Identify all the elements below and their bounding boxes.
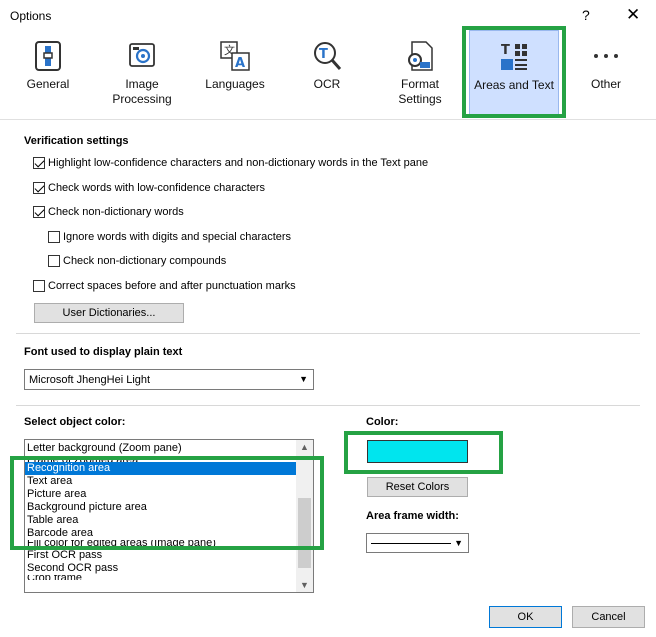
areas-text-icon: T	[501, 43, 527, 70]
font-select[interactable]: Microsoft JhengHei Light ▼	[24, 369, 314, 390]
checkbox-box	[48, 231, 60, 243]
check-compounds-checkbox[interactable]: Check non-dictionary compounds	[48, 255, 226, 267]
tab-languages[interactable]: 文 A Languages	[200, 30, 270, 116]
verification-title: Verification settings	[24, 135, 129, 147]
tab-ocr-label: OCR	[313, 77, 341, 91]
user-dictionaries-button[interactable]: User Dictionaries...	[34, 303, 184, 323]
check-non-dictionary-checkbox[interactable]: Check non-dictionary words	[33, 206, 184, 218]
tab-areas-label: Areas and Text	[474, 78, 554, 92]
highlight-low-confidence-checkbox[interactable]: Highlight low-confidence characters and …	[33, 157, 428, 169]
more-dots-icon	[594, 54, 618, 58]
scrollbar-thumb[interactable]	[298, 498, 311, 568]
list-item[interactable]: Picture area	[25, 488, 297, 501]
color-title: Color:	[366, 416, 399, 428]
tab-general-label: General	[26, 77, 70, 91]
checkbox-box	[33, 157, 45, 169]
checkbox-label: Correct spaces before and after punctuat…	[48, 280, 296, 292]
list-item[interactable]: First OCR pass	[25, 549, 297, 562]
list-item[interactable]: Second OCR pass	[25, 562, 297, 575]
camera-icon	[129, 43, 155, 67]
divider	[16, 333, 640, 334]
check-low-confidence-checkbox[interactable]: Check words with low-confidence characte…	[33, 182, 265, 194]
tab-format-label-2: Settings	[398, 92, 442, 106]
category-toolbar: General Image Processing 文 A Languages T …	[0, 30, 656, 120]
ok-button[interactable]: OK	[489, 606, 562, 628]
tab-ocr[interactable]: T OCR	[298, 30, 356, 116]
checkbox-label: Check non-dictionary words	[48, 206, 184, 218]
document-gear-icon	[408, 41, 433, 71]
object-color-title: Select object color:	[24, 416, 126, 428]
svg-text:T: T	[501, 43, 510, 58]
close-button[interactable]: ✕	[626, 5, 640, 25]
settings-panel-icon	[35, 41, 61, 71]
list-item[interactable]: Text area	[25, 475, 297, 488]
svg-text:T: T	[319, 47, 328, 62]
tab-areas-and-text[interactable]: T Areas and Text	[469, 30, 559, 116]
checkbox-label: Highlight low-confidence characters and …	[48, 157, 429, 169]
list-item-selected[interactable]: Recognition area	[25, 462, 297, 475]
list-item[interactable]: Crop frame	[25, 575, 297, 580]
window-title: Options	[10, 9, 52, 23]
checkbox-box	[33, 206, 45, 218]
chevron-down-icon: ▼	[454, 538, 463, 548]
divider	[16, 405, 640, 406]
list-item[interactable]: Letter background (Zoom pane)	[25, 440, 297, 457]
scroll-down-icon[interactable]: ▼	[300, 580, 309, 590]
ignore-digits-checkbox[interactable]: Ignore words with digits and special cha…	[48, 231, 291, 243]
help-button[interactable]: ?	[582, 7, 590, 23]
object-list[interactable]: Letter background (Zoom pane) Frame of z…	[24, 439, 314, 593]
tab-image-processing[interactable]: Image Processing	[106, 30, 178, 116]
tab-format-settings[interactable]: Format Settings	[388, 30, 452, 116]
line-width-preview	[371, 543, 451, 544]
tab-image-label-1: Image	[125, 77, 159, 91]
correct-spaces-checkbox[interactable]: Correct spaces before and after punctuat…	[33, 280, 296, 292]
title-bar: Options ? ✕	[0, 0, 656, 30]
object-list-items: Letter background (Zoom pane) Frame of z…	[25, 440, 297, 580]
color-swatch-button[interactable]	[367, 440, 468, 463]
tab-format-label-1: Format	[400, 77, 439, 91]
checkbox-label: Ignore words with digits and special cha…	[63, 231, 292, 243]
list-scrollbar[interactable]: ▲ ▼	[296, 440, 313, 592]
ocr-magnifier-icon: T	[314, 42, 342, 70]
frame-width-title: Area frame width:	[366, 510, 459, 522]
languages-icon: 文 A	[220, 41, 250, 71]
font-select-value: Microsoft JhengHei Light	[29, 374, 151, 386]
checkbox-box	[33, 280, 45, 292]
tab-other[interactable]: Other	[580, 30, 632, 116]
checkbox-label: Check non-dictionary compounds	[63, 255, 227, 267]
list-item[interactable]: Background picture area	[25, 501, 297, 514]
tab-other-label: Other	[590, 77, 621, 91]
list-item[interactable]: Table area	[25, 514, 297, 527]
frame-width-select[interactable]: ▼	[366, 533, 469, 553]
reset-colors-button[interactable]: Reset Colors	[367, 477, 468, 497]
cancel-button[interactable]: Cancel	[572, 606, 645, 628]
tab-languages-label: Languages	[205, 77, 265, 91]
checkbox-box	[48, 255, 60, 267]
tab-general[interactable]: General	[18, 30, 78, 116]
font-section-title: Font used to display plain text	[24, 346, 183, 358]
chevron-down-icon: ▼	[299, 374, 308, 384]
checkbox-label: Check words with low-confidence characte…	[48, 182, 266, 194]
svg-text:A: A	[235, 56, 245, 71]
scroll-up-icon[interactable]: ▲	[300, 442, 309, 452]
list-item[interactable]: Barcode area	[25, 527, 297, 540]
tab-image-label-2: Processing	[112, 92, 172, 106]
list-item[interactable]: Fill color for edited areas (Image pane)	[25, 540, 297, 549]
checkbox-box	[33, 182, 45, 194]
